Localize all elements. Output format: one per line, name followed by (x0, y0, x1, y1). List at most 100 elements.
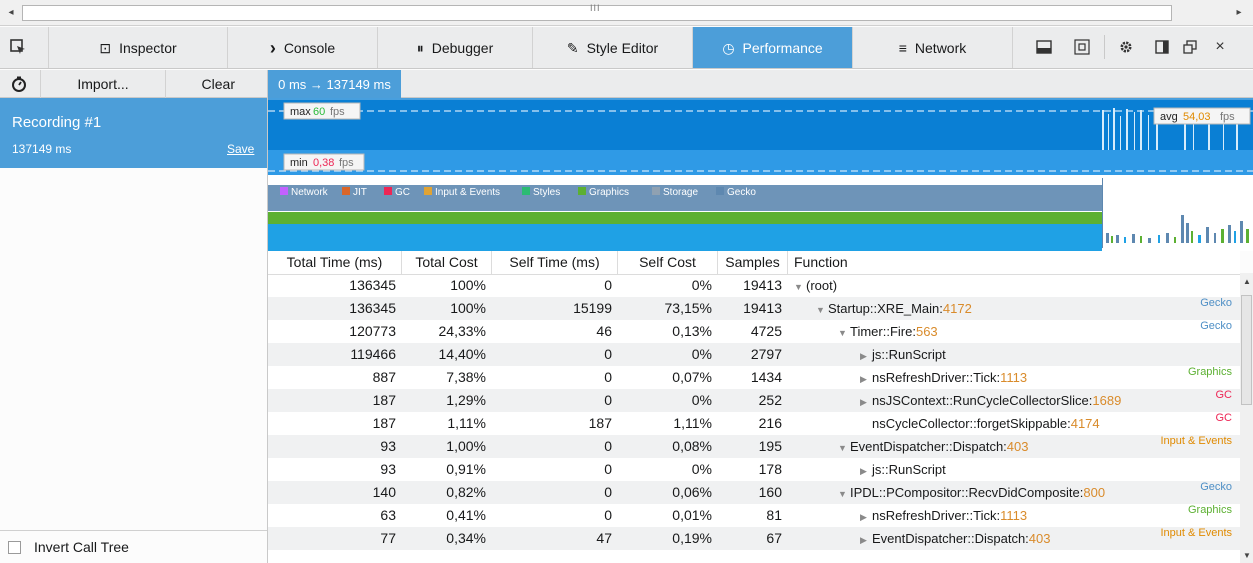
element-picker-icon[interactable] (8, 37, 28, 57)
devtools-toolbar: ⊡ Inspector › Console ⏸ Debugger ✎ Style… (0, 27, 1253, 69)
expanded-twisty-icon[interactable]: ▼ (838, 322, 850, 345)
collapsed-twisty-icon[interactable]: ▶ (860, 506, 872, 529)
table-row[interactable]: 187 1,29% 0 0% 252 ▶ nsJSContext::RunCycleColl… (268, 389, 1240, 412)
fps-graph[interactable]: max 60 fps min 0,38 fps avg 54,03 fps (268, 98, 1253, 175)
table-row[interactable]: 887 7,38% 0 0,07% 1434 ▶ nsRefreshDriver::Tick… (268, 366, 1240, 389)
table-row[interactable]: 136345 100% 15199 73,15% 19413 ▼ Startup::XRE_… (268, 297, 1240, 320)
import-button[interactable]: Import... (40, 70, 165, 98)
line-number[interactable]: 800 (1083, 485, 1105, 500)
expanded-twisty-icon[interactable]: ▼ (794, 276, 806, 299)
category-label: GC (1215, 412, 1233, 424)
expanded-twisty-icon[interactable]: ▼ (838, 483, 850, 506)
markers-overview[interactable]: Network JIT GC Input & Events Styles Graphics… (268, 175, 1253, 251)
invert-checkbox[interactable] (8, 540, 21, 554)
line-number[interactable]: 4174 (1071, 416, 1100, 431)
cell-self-time: 0 (604, 277, 612, 293)
recording-item[interactable]: Recording #1 137149 ms Save (0, 98, 267, 168)
header-total-cost[interactable]: Total Cost (402, 251, 492, 274)
header-self-time[interactable]: Self Time (ms) (492, 251, 618, 274)
cell-self-cost: 0,08% (672, 438, 712, 454)
scroll-up-arrow-icon[interactable]: ▲ (1243, 277, 1251, 286)
cell-self-cost: 1,11% (673, 415, 712, 431)
scrollbar-thumb[interactable] (1241, 295, 1252, 405)
tab-label: Style Editor (586, 39, 659, 56)
header-self-cost[interactable]: Self Cost (618, 251, 718, 274)
collapsed-twisty-icon[interactable]: ▶ (860, 391, 872, 414)
cell-total-cost: 0,41% (446, 507, 486, 523)
time-range-label[interactable]: 0 ms → 137149 ms (268, 70, 401, 98)
collapsed-twisty-icon[interactable]: ▶ (860, 529, 872, 552)
legend-label: JIT (353, 187, 367, 198)
header-total-time[interactable]: Total Time (ms) (268, 251, 402, 274)
table-row[interactable]: 136345 100% 0 0% 19413 ▼ (root) (268, 274, 1240, 297)
cell-total-time: 887 (372, 369, 396, 385)
split-console-icon[interactable] (1034, 37, 1054, 57)
tab-inspector[interactable]: ⊡ Inspector (48, 27, 228, 68)
cell-total-time: 93 (380, 461, 396, 477)
cell-self-time: 15199 (573, 300, 612, 316)
gear-icon[interactable] (1116, 37, 1136, 57)
stopwatch-icon (12, 76, 26, 92)
line-number[interactable]: 1689 (1092, 393, 1121, 408)
horizontal-scrollbar[interactable]: ◂ III ▸ (0, 0, 1253, 26)
collapsed-twisty-icon[interactable]: ▶ (860, 345, 872, 368)
cell-samples: 81 (766, 507, 782, 523)
legend-label: Graphics (589, 187, 629, 198)
cell-function: ▶ nsRefreshDriver::Tick:1113 (860, 366, 1240, 389)
table-row[interactable]: 93 0,91% 0 0% 178 ▶ js::RunScript (268, 458, 1240, 481)
record-button[interactable] (6, 70, 32, 98)
responsive-mode-icon[interactable] (1072, 37, 1092, 57)
header-samples[interactable]: Samples (718, 251, 788, 274)
expanded-twisty-icon[interactable]: ▼ (816, 299, 828, 322)
tab-debugger[interactable]: ⏸ Debugger (378, 27, 533, 68)
invert-call-tree-option[interactable]: Invert Call Tree (0, 530, 267, 563)
tab-label: Console (283, 39, 336, 56)
tab-performance[interactable]: ◷ Performance (693, 27, 853, 68)
line-number[interactable]: 1113 (1000, 508, 1027, 523)
tab-style-editor[interactable]: ✎ Style Editor (533, 27, 693, 68)
dock-side-icon[interactable] (1152, 37, 1172, 57)
line-number[interactable]: 4172 (943, 301, 972, 316)
cell-self-cost: 0% (691, 461, 712, 477)
line-number[interactable]: 1113 (1000, 370, 1027, 385)
call-tree-table[interactable]: Total Time (ms) Total Cost Self Time (ms… (268, 251, 1240, 563)
table-row[interactable]: 93 1,00% 0 0,08% 195 ▼ EventDispatcher::Dispat… (268, 435, 1240, 458)
line-number[interactable]: 403 (1029, 531, 1051, 546)
undock-window-icon[interactable] (1180, 37, 1200, 57)
scroll-right-arrow-icon[interactable]: ▸ (1232, 6, 1246, 20)
cell-total-time: 187 (372, 392, 396, 408)
cell-total-time: 140 (372, 484, 396, 500)
collapsed-twisty-icon[interactable]: ▶ (860, 460, 872, 483)
save-link[interactable]: Save (227, 142, 254, 156)
cell-function: ▶ nsJSContext::RunCycleCollectorSlice:168… (860, 389, 1240, 412)
line-number[interactable]: 563 (916, 324, 938, 339)
legend-label: Styles (533, 187, 560, 198)
vertical-scrollbar[interactable]: ▲ ▼ (1240, 273, 1253, 563)
scrollbar-grip-icon[interactable]: III (590, 3, 601, 13)
table-row[interactable]: 77 0,34% 47 0,19% 67 ▶ EventDispatcher::Dispat… (268, 527, 1240, 550)
table-row[interactable]: 63 0,41% 0 0,01% 81 ▶ nsRefreshDriver::Tick:11… (268, 504, 1240, 527)
table-row[interactable]: 187 1,11% 187 1,11% 216 nsCycleCollector::for… (268, 412, 1240, 435)
table-row[interactable]: 119466 14,40% 0 0% 2797 ▶ js::RunScript (268, 343, 1240, 366)
header-function[interactable]: Function (788, 251, 1240, 274)
tab-network[interactable]: ≡ Network (853, 27, 1013, 68)
tab-label: Debugger (431, 39, 494, 56)
table-row[interactable]: 120773 24,33% 46 0,13% 4725 ▼ Timer::Fire:563 G… (268, 320, 1240, 343)
collapsed-twisty-icon[interactable]: ▶ (860, 368, 872, 391)
scroll-left-arrow-icon[interactable]: ◂ (4, 6, 18, 20)
markers-overview-canvas: Network JIT GC Input & Events Styles Graphics… (268, 178, 1249, 251)
table-row[interactable]: 140 0,82% 0 0,06% 160 ▼ IPDL::PCompositor::Rec… (268, 481, 1240, 504)
scroll-down-arrow-icon[interactable]: ▼ (1243, 551, 1251, 560)
cell-samples: 1434 (750, 369, 782, 385)
tab-label: Inspector (119, 39, 177, 56)
clear-button[interactable]: Clear (165, 70, 267, 98)
cell-total-cost: 24,33% (438, 323, 486, 339)
max-fps-label: max 60 fps (283, 102, 361, 120)
expanded-twisty-icon[interactable]: ▼ (838, 437, 850, 460)
legend-swatch-gc (384, 187, 392, 195)
cell-total-cost: 100% (450, 300, 486, 316)
line-number[interactable]: 403 (1007, 439, 1029, 454)
tab-console[interactable]: › Console (228, 27, 378, 68)
tail-marker-bars (1106, 215, 1249, 243)
close-icon[interactable]: × (1210, 37, 1230, 57)
